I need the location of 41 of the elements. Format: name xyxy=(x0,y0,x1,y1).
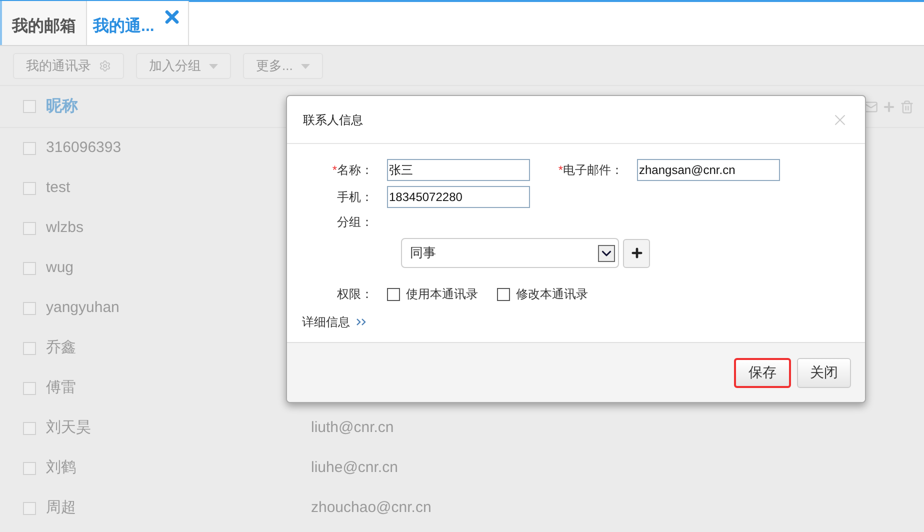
contact-email: liuhe@cnr.cn xyxy=(311,458,398,478)
dialog-button[interactable]: 保存 xyxy=(734,358,791,388)
checkbox-label[interactable]: 使用本通讯录 xyxy=(406,285,478,303)
checkbox-label[interactable]: 修改本通讯录 xyxy=(516,285,588,303)
delete-icon[interactable] xyxy=(900,100,914,114)
toolbar-button[interactable]: 加入分组 xyxy=(136,53,231,79)
dialog-button[interactable]: 关闭 xyxy=(797,358,851,388)
gear-icon xyxy=(99,60,111,72)
add-group-button[interactable] xyxy=(623,238,650,268)
caret-icon xyxy=(209,64,218,68)
chevron-down-icon xyxy=(598,244,615,262)
required-mark: * xyxy=(558,163,563,177)
mail-icon[interactable] xyxy=(864,100,878,114)
dialog-title: 联系人信息 xyxy=(303,112,363,128)
required-mark: * xyxy=(332,163,337,177)
field-label: 权限： xyxy=(336,286,374,303)
input-field[interactable]: 18345072280 xyxy=(387,186,530,208)
column-header[interactable]: 昵称 xyxy=(46,94,78,118)
add-icon xyxy=(630,246,644,260)
input-field[interactable]: 张三 xyxy=(387,159,530,181)
add-icon[interactable] xyxy=(882,100,896,114)
checkbox[interactable] xyxy=(387,288,400,300)
toolbar-button[interactable]: 我的通讯录 xyxy=(13,53,124,79)
double-chevron-icon xyxy=(356,318,368,326)
field-label: *名称： xyxy=(331,162,374,179)
tab[interactable]: 我的邮箱 xyxy=(0,1,87,45)
field-label: 手机： xyxy=(336,189,374,206)
tab[interactable]: 我的通... xyxy=(87,1,190,45)
contact-email: zhouchao@cnr.cn xyxy=(311,498,432,518)
group-select[interactable]: 同事 xyxy=(401,238,619,268)
field-label: *电子邮件： xyxy=(557,162,624,179)
caret-icon xyxy=(300,64,310,68)
field-label: 分组： xyxy=(336,214,374,231)
contact-name[interactable]: 刘鹤 xyxy=(46,456,311,480)
checkbox[interactable] xyxy=(497,288,510,300)
contact-email: liuth@cnr.cn xyxy=(311,418,394,438)
details-link[interactable]: 详细信息 xyxy=(302,313,350,331)
toolbar-button[interactable]: 更多... xyxy=(243,53,323,79)
input-field[interactable]: zhangsan@cnr.cn xyxy=(637,159,780,181)
contact-name[interactable]: 周超 xyxy=(46,496,311,520)
contact-name[interactable]: 刘天昊 xyxy=(46,416,311,440)
